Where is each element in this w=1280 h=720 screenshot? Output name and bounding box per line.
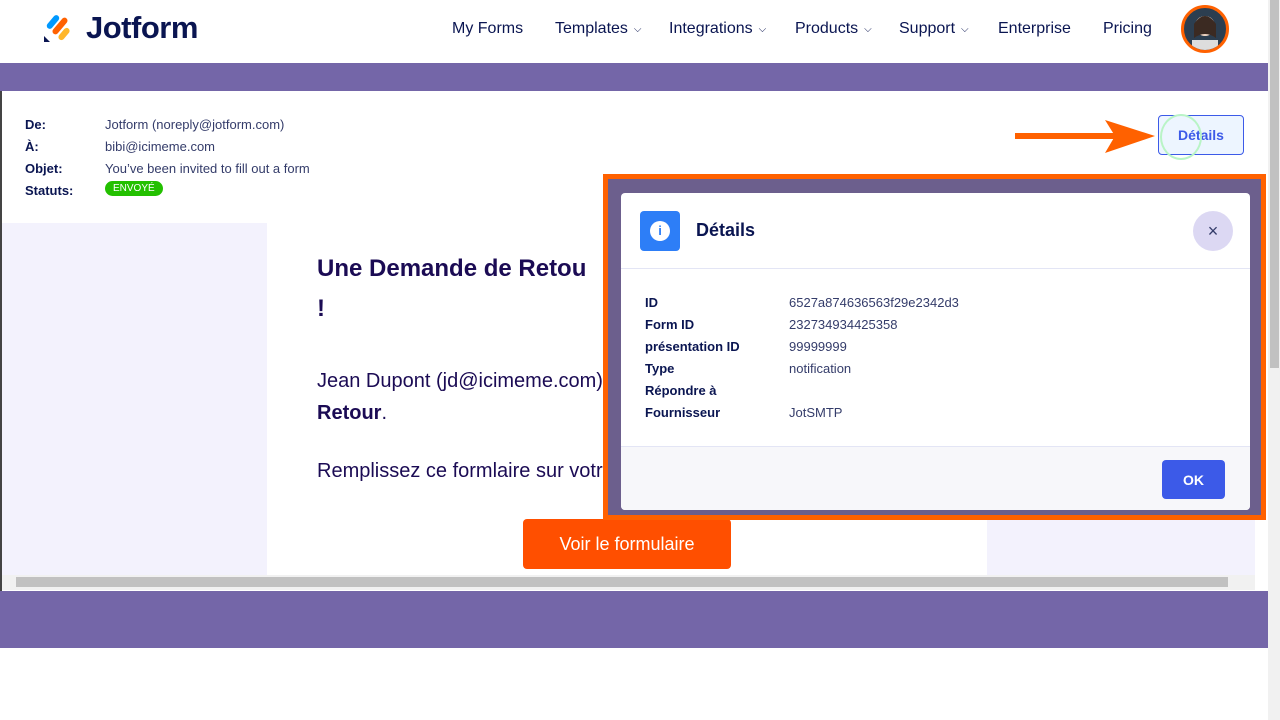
chevron-down-icon: ⌵ [864,23,872,35]
ok-button[interactable]: OK [1162,460,1225,499]
nav-my-forms[interactable]: My Forms [452,20,523,38]
paragraph-text: Jean Dupont (jd@icimeme.com) [317,370,603,392]
subject-label: Objet: [25,161,63,176]
nav-support[interactable]: Support ⌵ [899,20,969,38]
chevron-down-icon: ⌵ [633,23,642,35]
click-indicator [1160,114,1202,160]
user-avatar[interactable] [1181,5,1229,53]
nav-label: Pricing [1103,20,1152,37]
nav-label: My Forms [452,20,524,37]
detail-key: Form ID [645,317,695,332]
from-value: Jotform (noreply@jotform.com) [105,117,285,132]
jotform-logo[interactable]: Jotform [42,10,198,46]
detail-value: 99999999 [789,339,847,354]
close-button[interactable]: × [1193,211,1233,251]
email-preview-margin-left [2,223,267,575]
horizontal-scrollbar-thumb[interactable] [16,577,1228,587]
modal-header: i Détails × [621,193,1250,269]
nav-label: Products [795,20,859,37]
heading-text-end: ! [317,295,325,322]
detail-value: 6527a874636563f29e2342d3 [789,295,959,310]
nav-templates[interactable]: Templates ⌵ [555,20,642,38]
from-label: De: [25,117,46,132]
detail-value: 232734934425358 [789,317,898,332]
chevron-down-icon: ⌵ [961,23,969,35]
detail-key: Type [645,361,675,376]
nav-label: Templates [555,20,628,37]
nav-label: Integrations [669,20,753,37]
nav-label: Support [899,20,956,37]
detail-key: Fournisseur [645,405,721,420]
logo-text: Jotform [86,10,198,45]
detail-value: JotSMTP [789,405,843,420]
modal-footer: OK [621,446,1250,510]
vertical-scrollbar-thumb[interactable] [1270,0,1279,368]
detail-row: présentation ID 99999999 [645,339,847,354]
detail-row: Fournisseur JotSMTP [645,405,842,420]
annotation-arrow-icon [1015,120,1155,153]
purple-band-top [0,63,1268,91]
detail-key: présentation ID [645,339,740,354]
to-value: bibi@icimeme.com [105,139,215,154]
jotform-logo-icon [44,15,70,42]
detail-value: notification [789,361,852,376]
chevron-down-icon: ⌵ [758,23,767,35]
email-paragraph-1: Jean Dupont (jd@icimeme.com) Retour. [317,365,603,429]
nav-pricing[interactable]: Pricing [1103,20,1152,38]
modal-title: Détails [696,220,756,240]
heading-text: Une Demande de Retou [317,255,587,282]
detail-key: Répondre à [645,383,717,398]
detail-row: Type notification [645,361,851,376]
detail-key: ID [645,295,658,310]
email-paragraph-2: Remplissez ce formlaire sur votr [317,460,603,482]
purple-band-bottom [0,591,1268,648]
subject-value: You’ve been invited to fill out a form [105,161,310,176]
view-form-button[interactable]: Voir le formulaire [523,519,731,569]
detail-row: ID 6527a874636563f29e2342d3 [645,295,959,310]
nav-label: Enterprise [998,20,1071,37]
avatar-image-icon [1192,16,1218,50]
paragraph-end: . [381,402,388,424]
to-label: À: [25,139,39,154]
nav-products[interactable]: Products ⌵ [795,20,872,38]
nav-enterprise[interactable]: Enterprise [998,20,1071,38]
nav-integrations[interactable]: Integrations ⌵ [669,20,766,38]
details-modal: i Détails × ID 6527a874636563f29e2342d3 F… [621,193,1250,510]
status-label: Statuts: [25,183,74,198]
detail-row: Form ID 232734934425358 [645,317,897,332]
status-badge: ENVOYÉ [105,181,163,196]
detail-row: Répondre à [645,383,789,398]
paragraph-bold: Retour [317,402,382,424]
info-icon: i [640,210,680,251]
